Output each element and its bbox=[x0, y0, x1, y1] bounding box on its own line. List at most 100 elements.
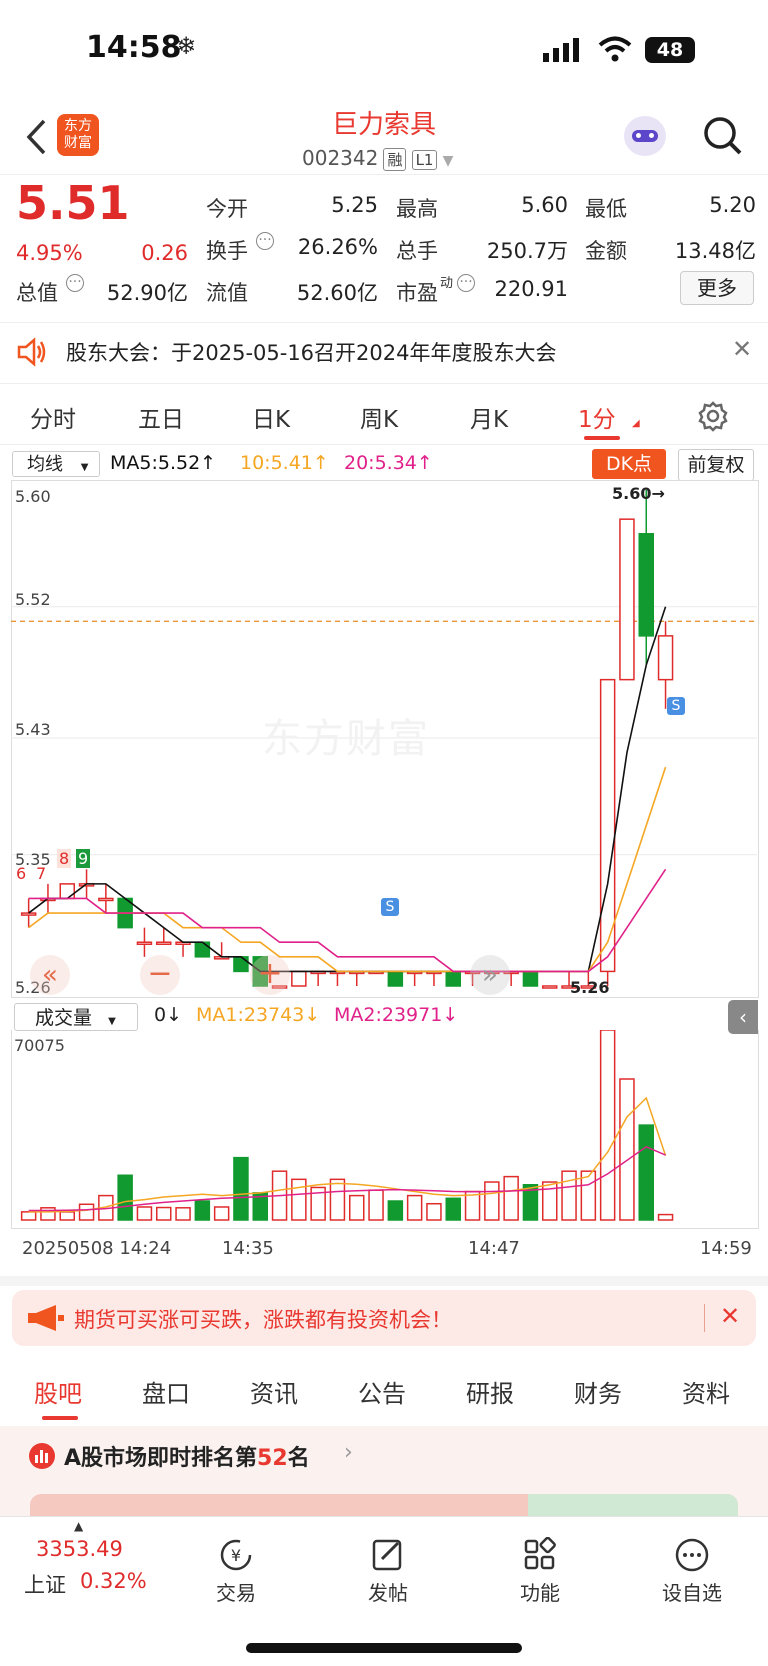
amount-label: 金额 bbox=[585, 239, 627, 263]
stock-code-row[interactable]: 002342 融 L1 ▼ bbox=[302, 146, 453, 171]
index-pct[interactable]: 0.32% bbox=[80, 1569, 147, 1593]
adjust-button[interactable]: 前复权 bbox=[678, 449, 754, 481]
tab-five-day[interactable]: 五日 bbox=[138, 400, 184, 434]
info-icon[interactable]: ··· bbox=[256, 232, 274, 250]
snowflake-icon: ❄ bbox=[176, 32, 197, 60]
tab-monthly[interactable]: 月K bbox=[470, 400, 508, 434]
mktcap-value: 52.90亿 bbox=[106, 281, 188, 305]
volume-indicator-select[interactable]: 成交量 ▼ bbox=[14, 1003, 138, 1031]
volume-bar bbox=[638, 1124, 654, 1221]
edit-icon bbox=[372, 1539, 402, 1571]
scroll-left-button[interactable]: « bbox=[30, 955, 70, 995]
tab-daily[interactable]: 日K bbox=[252, 400, 290, 434]
min-marker: 5.26 bbox=[570, 978, 610, 997]
collapse-panel-button[interactable]: ‹ bbox=[728, 1000, 758, 1034]
ma-select[interactable]: 均线 ▼ bbox=[12, 451, 100, 477]
info-icon[interactable]: ··· bbox=[457, 274, 475, 292]
index-name[interactable]: 上证 bbox=[24, 1569, 66, 1599]
candle-body bbox=[20, 912, 37, 916]
zoom-out-button[interactable]: − bbox=[140, 955, 180, 995]
volume-bar bbox=[213, 1206, 230, 1221]
info-icon[interactable]: ··· bbox=[66, 274, 84, 292]
candle-body bbox=[291, 970, 307, 987]
volume-bar bbox=[136, 1206, 153, 1221]
close-icon[interactable]: ✕ bbox=[720, 1302, 740, 1330]
ad-banner[interactable]: 期货可买涨可买跌，涨跌都有投资机会！ ✕ bbox=[12, 1290, 756, 1346]
close-icon[interactable]: ✕ bbox=[732, 335, 752, 363]
max-marker: 5.60→ bbox=[612, 484, 665, 503]
rank-text: A股市场即时排名第52名 bbox=[64, 1440, 310, 1472]
volume-bar bbox=[349, 1194, 365, 1221]
bar-chart-icon bbox=[29, 1443, 55, 1469]
notice-bar[interactable]: 股东大会：于2025-05-16召开2024年年度股东大会 ✕ bbox=[0, 322, 768, 384]
vol-max-label: 70075 bbox=[14, 1036, 65, 1055]
svg-text:¥: ¥ bbox=[231, 1546, 241, 1565]
post-label: 发帖 bbox=[368, 1581, 408, 1605]
volume-bar bbox=[78, 1203, 95, 1221]
tab-pankou[interactable]: 盘口 bbox=[142, 1374, 190, 1409]
chart-period-tabs: 分时 五日 日K 周K 月K 1分 ◢ bbox=[0, 388, 768, 445]
zoom-in-button[interactable]: + bbox=[250, 955, 290, 995]
trade-button[interactable]: ¥ 交易 bbox=[191, 1537, 281, 1606]
battery-level: 48 bbox=[656, 39, 684, 61]
volume-bar bbox=[599, 1030, 616, 1221]
candle-body bbox=[194, 941, 211, 958]
grid-icon bbox=[524, 1536, 556, 1570]
scroll-right-button[interactable]: » bbox=[470, 955, 510, 995]
volume-value: 250.7万 bbox=[486, 239, 568, 263]
y-label-3: 5.43 bbox=[15, 720, 51, 739]
search-icon[interactable] bbox=[702, 115, 744, 157]
sentiment-bar bbox=[30, 1494, 738, 1516]
candle-body bbox=[156, 941, 172, 945]
tab-news[interactable]: 资讯 bbox=[250, 1374, 298, 1409]
mktcap-label: 总值 bbox=[16, 281, 58, 305]
more-button[interactable]: 更多 bbox=[680, 271, 754, 305]
tab-guba[interactable]: 股吧 bbox=[34, 1374, 82, 1409]
content-tabs: 股吧 盘口 资讯 公告 研报 财务 资料 bbox=[0, 1360, 768, 1422]
level-badge: L1 bbox=[411, 150, 438, 170]
more-dots-icon bbox=[675, 1538, 709, 1572]
tab-finance[interactable]: 财务 bbox=[574, 1374, 622, 1409]
candle-body bbox=[638, 533, 654, 637]
tab-intraday[interactable]: 分时 bbox=[30, 400, 76, 434]
add-watchlist-button[interactable]: 设自选 bbox=[647, 1537, 737, 1606]
ma-select-label: 均线 bbox=[27, 454, 63, 475]
tab-underline bbox=[42, 1416, 78, 1420]
nine-count-7: 7 bbox=[36, 864, 47, 883]
post-button[interactable]: 发帖 bbox=[343, 1537, 433, 1606]
amount-value: 13.48亿 bbox=[674, 239, 756, 263]
candle-body bbox=[136, 941, 153, 945]
low-label: 最低 bbox=[585, 197, 627, 221]
status-bar: 14:58 ❄ 48 bbox=[0, 0, 768, 100]
volume-select-label: 成交量 bbox=[35, 1007, 93, 1029]
tab-announcements[interactable]: 公告 bbox=[358, 1374, 406, 1409]
tab-weekly[interactable]: 周K bbox=[360, 400, 398, 434]
volume-bar bbox=[503, 1175, 519, 1221]
candle-body bbox=[657, 635, 674, 681]
dk-point-button[interactable]: DK点 bbox=[592, 449, 666, 479]
market-rank-card[interactable]: A股市场即时排名第52名 › bbox=[0, 1426, 768, 1516]
chart-watermark: 东方财富 bbox=[262, 716, 430, 762]
tab-profile[interactable]: 资料 bbox=[682, 1374, 730, 1409]
settings-gear-icon[interactable] bbox=[697, 400, 729, 432]
tab-1min[interactable]: 1分 bbox=[578, 400, 616, 434]
tab-research[interactable]: 研报 bbox=[466, 1374, 514, 1409]
battery-icon: 48 bbox=[645, 37, 695, 63]
x-label-3: 14:47 bbox=[468, 1238, 520, 1259]
robot-avatar-icon[interactable] bbox=[624, 116, 666, 156]
volume-bar bbox=[406, 1194, 423, 1221]
add-watchlist-label: 设自选 bbox=[662, 1581, 722, 1605]
candle-body bbox=[59, 883, 75, 900]
home-indicator bbox=[246, 1643, 522, 1653]
volume-bar bbox=[657, 1213, 674, 1221]
turnover-value: 26.26% bbox=[297, 235, 378, 259]
stock-code: 002342 bbox=[302, 146, 379, 170]
ma10-legend: 10:5.41↑ bbox=[240, 452, 329, 474]
trade-label: 交易 bbox=[216, 1581, 256, 1605]
index-value[interactable]: 3353.49 bbox=[36, 1537, 123, 1561]
volume-bar bbox=[619, 1078, 635, 1221]
high-label: 最高 bbox=[396, 197, 438, 221]
volume-bar bbox=[156, 1206, 172, 1221]
functions-button[interactable]: 功能 bbox=[495, 1536, 585, 1606]
change-pct: 4.95% bbox=[16, 241, 83, 265]
